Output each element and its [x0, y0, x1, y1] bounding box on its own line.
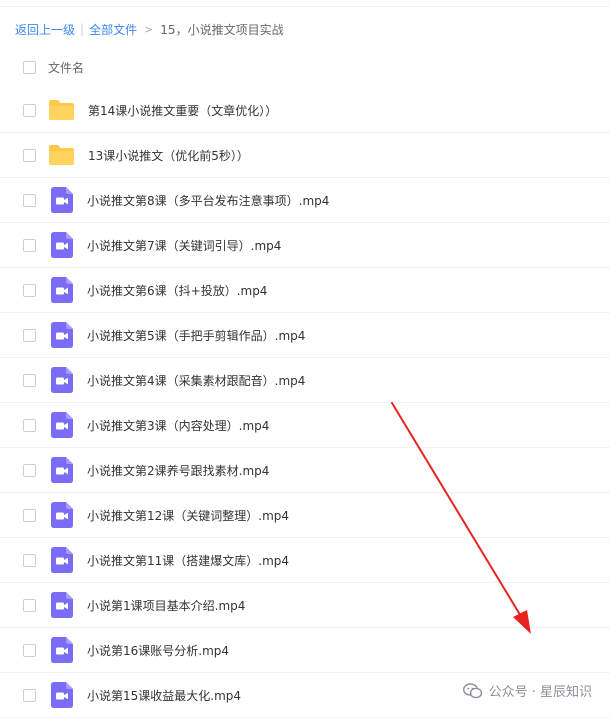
wechat-icon [462, 682, 482, 698]
back-link[interactable]: 返回上一级 [15, 21, 75, 38]
file-checkbox[interactable] [23, 463, 36, 477]
video-file-icon [50, 502, 74, 528]
file-name[interactable]: 小说推文第3课（内容处理）.mp4 [87, 417, 269, 434]
file-name[interactable]: 小说推文第7课（关键词引导）.mp4 [87, 237, 281, 254]
file-name[interactable]: 小说推文第4课（采集素材跟配音）.mp4 [87, 372, 305, 389]
video-file-icon [50, 322, 74, 348]
file-name[interactable]: 第14课小说推文重要（文章优化）） [88, 102, 277, 119]
video-file-icon [50, 637, 74, 663]
file-checkbox[interactable] [23, 103, 36, 117]
file-name[interactable]: 小说推文第11课（搭建爆文库）.mp4 [87, 552, 289, 569]
video-file-icon [50, 592, 74, 618]
file-row[interactable]: 小说推文第4课（采集素材跟配音）.mp4 [0, 358, 610, 403]
file-checkbox[interactable] [23, 238, 36, 252]
video-file-icon [50, 547, 74, 573]
video-file-icon [50, 277, 74, 303]
file-name[interactable]: 小说第1课项目基本介绍.mp4 [87, 597, 245, 614]
watermark: 公众号 · 星辰知识 [462, 681, 592, 700]
breadcrumb: 返回上一级 | 全部文件 > 15，小说推文项目实战 [15, 20, 284, 38]
file-name[interactable]: 小说推文第5课（手把手剪辑作品）.mp4 [87, 327, 305, 344]
file-row[interactable]: 小说推文第2课养号跟找素材.mp4 [0, 448, 610, 493]
current-folder-label: 15，小说推文项目实战 [160, 22, 284, 37]
file-checkbox[interactable] [23, 598, 36, 612]
file-checkbox[interactable] [23, 688, 36, 702]
file-row[interactable]: 小说推文第11课（搭建爆文库）.mp4 [0, 538, 610, 583]
video-file-icon [50, 412, 74, 438]
file-checkbox[interactable] [23, 373, 36, 387]
video-file-icon [50, 367, 74, 393]
file-name[interactable]: 小说推文第2课养号跟找素材.mp4 [87, 462, 269, 479]
file-row[interactable]: 小说推文第8课（多平台发布注意事项）.mp4 [0, 178, 610, 223]
column-header-filename[interactable]: 文件名 [48, 59, 84, 76]
file-row[interactable]: 小说推文第6课（抖+投放）.mp4 [0, 268, 610, 313]
file-checkbox[interactable] [23, 328, 36, 342]
file-row[interactable]: 小说推文第7课（关键词引导）.mp4 [0, 223, 610, 268]
file-list-header: 文件名 [0, 47, 610, 87]
file-name[interactable]: 小说第16课账号分析.mp4 [87, 642, 229, 659]
folder-icon [48, 144, 75, 166]
file-row[interactable]: 小说推文第5课（手把手剪辑作品）.mp4 [0, 313, 610, 358]
file-row[interactable]: 第14课小说推文重要（文章优化）） [0, 88, 610, 133]
file-row[interactable]: 小说第1课项目基本介绍.mp4 [0, 583, 610, 628]
file-name[interactable]: 小说推文第6课（抖+投放）.mp4 [87, 282, 267, 299]
file-name[interactable]: 13课小说推文（优化前5秒）） [88, 147, 249, 164]
video-file-icon [50, 457, 74, 483]
file-row[interactable]: 小说第16课账号分析.mp4 [0, 628, 610, 673]
file-checkbox[interactable] [23, 418, 36, 432]
video-file-icon [50, 682, 74, 708]
file-name[interactable]: 小说第15课收益最大化.mp4 [87, 687, 241, 704]
breadcrumb-separator: | [80, 22, 85, 36]
file-row[interactable]: 小说推文第12课（关键词整理）.mp4 [0, 493, 610, 538]
top-divider [0, 0, 610, 7]
file-name[interactable]: 小说推文第12课（关键词整理）.mp4 [87, 507, 289, 524]
folder-icon [48, 99, 75, 121]
watermark-text: 公众号 · 星辰知识 [488, 685, 592, 700]
file-checkbox[interactable] [23, 553, 36, 567]
video-file-icon [50, 187, 74, 213]
file-row[interactable]: 13课小说推文（优化前5秒）） [0, 133, 610, 178]
file-checkbox[interactable] [23, 508, 36, 522]
video-file-icon [50, 232, 74, 258]
file-checkbox[interactable] [23, 193, 36, 207]
select-all-checkbox[interactable] [23, 60, 36, 74]
file-checkbox[interactable] [23, 148, 36, 162]
file-checkbox[interactable] [23, 643, 36, 657]
file-name[interactable]: 小说推文第8课（多平台发布注意事项）.mp4 [87, 192, 329, 209]
breadcrumb-arrow-icon: > [144, 22, 154, 36]
all-files-link[interactable]: 全部文件 [89, 21, 137, 38]
file-checkbox[interactable] [23, 283, 36, 297]
file-row[interactable]: 小说推文第3课（内容处理）.mp4 [0, 403, 610, 448]
